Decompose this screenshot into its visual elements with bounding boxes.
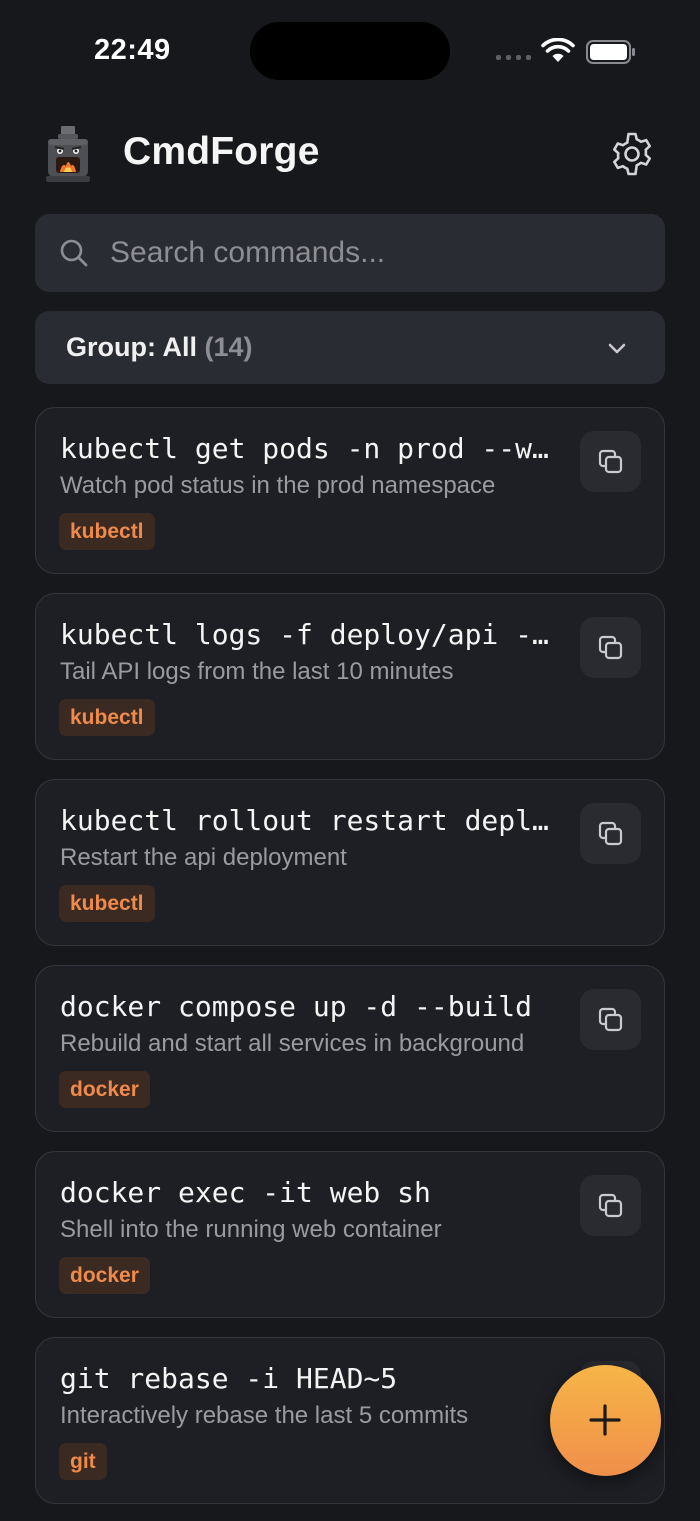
search-icon [60, 239, 88, 267]
command-description: Interactively rebase the last 5 commits [60, 1402, 469, 1429]
group-filter-label: Group: All (14) [66, 332, 253, 363]
plus-icon [589, 1404, 621, 1436]
command-card[interactable]: kubectl logs -f deploy/api --since=10m T… [35, 593, 665, 760]
group-tag[interactable]: git [59, 1443, 107, 1480]
copy-icon [598, 1007, 623, 1032]
group-tag[interactable]: kubectl [59, 699, 155, 736]
cellular-signal-icon [496, 55, 531, 60]
copy-button[interactable] [580, 989, 641, 1050]
copy-button[interactable] [580, 803, 641, 864]
command-text: kubectl get pods -n prod --watch [60, 432, 560, 465]
group-filter-dropdown[interactable]: Group: All (14) [35, 311, 665, 384]
copy-icon [598, 821, 623, 846]
command-text: docker compose up -d --build [60, 990, 533, 1023]
command-description: Rebuild and start all services in backgr… [60, 1030, 525, 1057]
copy-icon [598, 635, 623, 660]
command-text: kubectl logs -f deploy/api --since=10m [60, 618, 560, 651]
gear-icon[interactable] [608, 130, 656, 178]
copy-button[interactable] [580, 431, 641, 492]
command-text: kubectl rollout restart deploy/api [60, 804, 560, 837]
chevron-down-icon [608, 343, 626, 354]
app-header: CmdForge [0, 118, 700, 190]
group-tag[interactable]: kubectl [59, 885, 155, 922]
group-tag[interactable]: docker [59, 1071, 150, 1108]
command-card[interactable]: kubectl get pods -n prod --watch Watch p… [35, 407, 665, 574]
wifi-icon [541, 38, 575, 62]
command-card[interactable]: docker exec -it web sh Shell into the ru… [35, 1151, 665, 1318]
copy-button[interactable] [580, 617, 641, 678]
copy-icon [598, 449, 623, 474]
copy-button[interactable] [580, 1175, 641, 1236]
group-filter-text: Group: All [66, 332, 197, 362]
app-title: CmdForge [123, 130, 320, 173]
command-description: Restart the api deployment [60, 844, 347, 871]
command-description: Shell into the running web container [60, 1216, 442, 1243]
add-command-button[interactable] [550, 1365, 661, 1476]
furnace-icon [46, 126, 90, 182]
command-description: Watch pod status in the prod namespace [60, 472, 496, 499]
command-card[interactable]: kubectl rollout restart deploy/api Resta… [35, 779, 665, 946]
status-bar: 22:49 [0, 0, 700, 100]
command-text: git rebase -i HEAD~5 [60, 1362, 398, 1395]
command-card[interactable]: docker compose up -d --build Rebuild and… [35, 965, 665, 1132]
search-bar[interactable] [35, 214, 665, 292]
command-text: docker exec -it web sh [60, 1176, 431, 1209]
search-input[interactable] [108, 230, 642, 276]
status-time: 22:49 [94, 34, 171, 66]
battery-icon [586, 40, 635, 64]
group-tag[interactable]: kubectl [59, 513, 155, 550]
group-filter-count: (14) [204, 332, 253, 362]
group-tag[interactable]: docker [59, 1257, 150, 1294]
copy-icon [598, 1193, 623, 1218]
dynamic-island [250, 22, 450, 80]
command-description: Tail API logs from the last 10 minutes [60, 658, 454, 685]
